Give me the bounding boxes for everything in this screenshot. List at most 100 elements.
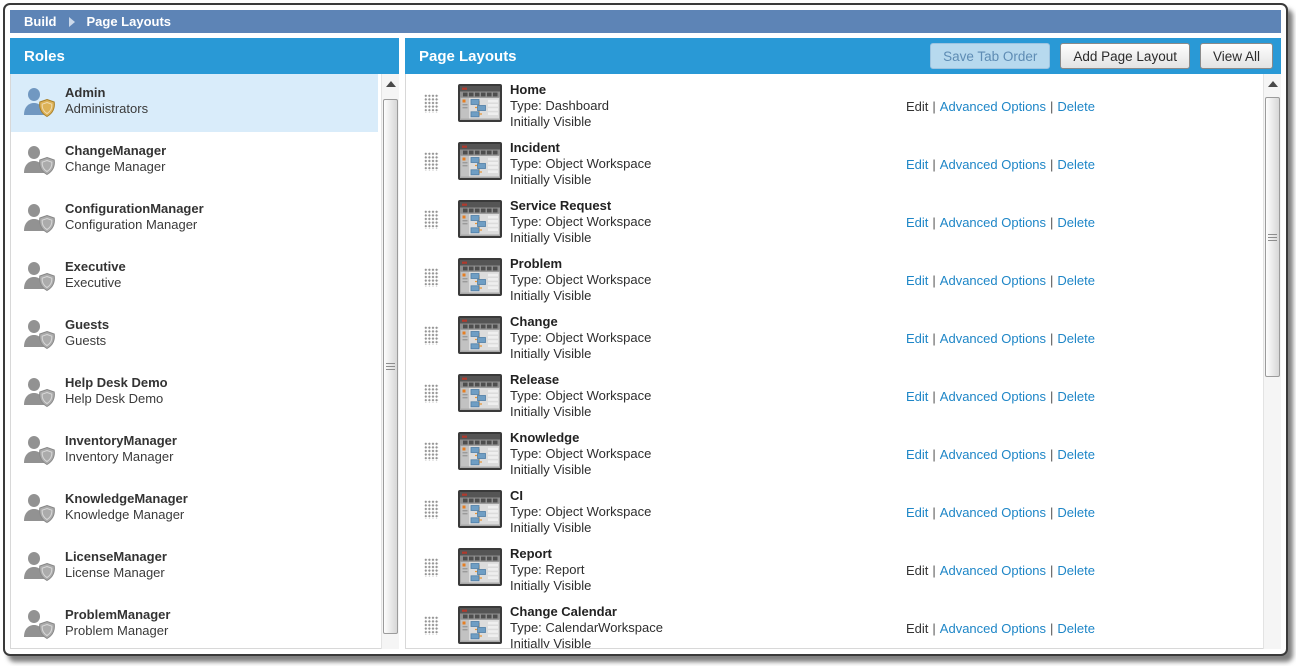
role-list-item[interactable]: Help Desk Demo Help Desk Demo	[11, 364, 378, 422]
page-layout-visibility: Initially Visible	[510, 288, 651, 304]
advanced-options-link[interactable]: Advanced Options	[940, 505, 1046, 520]
page-layout-title: CI	[510, 488, 651, 504]
role-list-item[interactable]: KnowledgeManager Knowledge Manager	[11, 480, 378, 538]
drag-handle-icon[interactable]	[424, 94, 439, 113]
page-layout-title: Problem	[510, 256, 651, 272]
role-description: Administrators	[65, 101, 148, 117]
delete-link[interactable]: Delete	[1057, 215, 1095, 230]
drag-handle-icon[interactable]	[424, 500, 439, 519]
drag-handle-icon[interactable]	[424, 210, 439, 229]
role-user-icon	[21, 87, 57, 119]
scrollbar-grip-icon	[386, 361, 395, 372]
action-separator: |	[1050, 389, 1053, 404]
advanced-options-link[interactable]: Advanced Options	[940, 273, 1046, 288]
drag-handle-icon[interactable]	[424, 558, 439, 577]
edit-link[interactable]: Edit	[906, 447, 928, 462]
scroll-up-arrow-icon[interactable]	[382, 77, 399, 91]
page-layouts-list: Home Type: Dashboard Initially Visible E…	[405, 74, 1281, 649]
role-description: License Manager	[65, 565, 167, 581]
role-description: Inventory Manager	[65, 449, 177, 465]
edit-link[interactable]: Edit	[906, 331, 928, 346]
page-layout-title: Change	[510, 314, 651, 330]
advanced-options-link[interactable]: Advanced Options	[940, 447, 1046, 462]
drag-handle-icon[interactable]	[424, 442, 439, 461]
save-tab-order-button[interactable]: Save Tab Order	[930, 43, 1050, 69]
edit-link[interactable]: Edit	[906, 389, 928, 404]
edit-link[interactable]: Edit	[906, 505, 928, 520]
action-separator: |	[932, 389, 935, 404]
role-list-item[interactable]: ProblemManager Problem Manager	[11, 596, 378, 649]
page-layouts-scrollbar-thumb[interactable]	[1265, 97, 1280, 377]
drag-handle-icon[interactable]	[424, 326, 439, 345]
delete-link[interactable]: Delete	[1057, 563, 1095, 578]
role-user-icon	[21, 203, 57, 235]
action-separator: |	[1050, 215, 1053, 230]
page-layout-title: Incident	[510, 140, 651, 156]
page-layout-thumbnail-icon	[458, 142, 502, 180]
scroll-up-arrow-icon[interactable]	[1264, 77, 1281, 91]
advanced-options-link[interactable]: Advanced Options	[940, 563, 1046, 578]
page-layouts-scrollbar[interactable]	[1263, 74, 1281, 649]
breadcrumb-section[interactable]: Build	[10, 14, 63, 29]
delete-link[interactable]: Delete	[1057, 99, 1095, 114]
page-layout-thumbnail-icon	[458, 490, 502, 528]
advanced-options-link[interactable]: Advanced Options	[940, 621, 1046, 636]
drag-handle-icon[interactable]	[424, 616, 439, 635]
page-layouts-panel-title: Page Layouts	[419, 48, 517, 65]
scrollbar-grip-icon	[1268, 232, 1277, 243]
page-layout-row: Knowledge Type: Object Workspace Initial…	[406, 422, 1260, 480]
drag-handle-icon[interactable]	[424, 152, 439, 171]
roles-scrollbar-thumb[interactable]	[383, 99, 398, 634]
page-layout-title: Service Request	[510, 198, 651, 214]
page-layout-type: Type: Object Workspace	[510, 272, 651, 288]
role-user-icon	[21, 551, 57, 583]
action-separator: |	[932, 215, 935, 230]
role-name: KnowledgeManager	[65, 490, 188, 507]
role-list-item[interactable]: Guests Guests	[11, 306, 378, 364]
page-layout-thumbnail-icon	[458, 316, 502, 354]
page-layout-type: Type: Object Workspace	[510, 388, 651, 404]
advanced-options-link[interactable]: Advanced Options	[940, 215, 1046, 230]
advanced-options-link[interactable]: Advanced Options	[940, 389, 1046, 404]
advanced-options-link[interactable]: Advanced Options	[940, 157, 1046, 172]
role-list-item[interactable]: LicenseManager License Manager	[11, 538, 378, 596]
delete-link[interactable]: Delete	[1057, 157, 1095, 172]
advanced-options-link[interactable]: Advanced Options	[940, 99, 1046, 114]
delete-link[interactable]: Delete	[1057, 447, 1095, 462]
header-buttons: Save Tab Order Add Page Layout View All	[930, 43, 1273, 69]
roles-scrollbar[interactable]	[381, 74, 399, 649]
drag-handle-icon[interactable]	[424, 268, 439, 287]
delete-link[interactable]: Delete	[1057, 331, 1095, 346]
page-layout-visibility: Initially Visible	[510, 114, 609, 130]
role-list-item[interactable]: ConfigurationManager Configuration Manag…	[11, 190, 378, 248]
delete-link[interactable]: Delete	[1057, 389, 1095, 404]
drag-handle-icon[interactable]	[424, 384, 439, 403]
action-separator: |	[1050, 621, 1053, 636]
add-page-layout-button[interactable]: Add Page Layout	[1060, 43, 1190, 69]
role-name: LicenseManager	[65, 548, 167, 565]
role-list-item[interactable]: Admin Administrators	[11, 74, 378, 132]
page-layout-thumbnail-icon	[458, 606, 502, 644]
action-separator: |	[932, 99, 935, 114]
delete-link[interactable]: Delete	[1057, 621, 1095, 636]
role-description: Configuration Manager	[65, 217, 204, 233]
page-layout-thumbnail-icon	[458, 374, 502, 412]
role-list-item[interactable]: ChangeManager Change Manager	[11, 132, 378, 190]
role-list-item[interactable]: InventoryManager Inventory Manager	[11, 422, 378, 480]
page-layout-visibility: Initially Visible	[510, 462, 651, 478]
action-separator: |	[1050, 157, 1053, 172]
role-description: Guests	[65, 333, 109, 349]
role-list-item[interactable]: Executive Executive	[11, 248, 378, 306]
role-user-icon	[21, 261, 57, 293]
action-separator: |	[932, 331, 935, 346]
page-layout-row: Release Type: Object Workspace Initially…	[406, 364, 1260, 422]
edit-link[interactable]: Edit	[906, 215, 928, 230]
edit-link[interactable]: Edit	[906, 273, 928, 288]
edit-link: Edit	[906, 563, 928, 578]
edit-link[interactable]: Edit	[906, 157, 928, 172]
view-all-button[interactable]: View All	[1200, 43, 1273, 69]
delete-link[interactable]: Delete	[1057, 505, 1095, 520]
page-layout-row: Home Type: Dashboard Initially Visible E…	[406, 74, 1260, 132]
delete-link[interactable]: Delete	[1057, 273, 1095, 288]
advanced-options-link[interactable]: Advanced Options	[940, 331, 1046, 346]
